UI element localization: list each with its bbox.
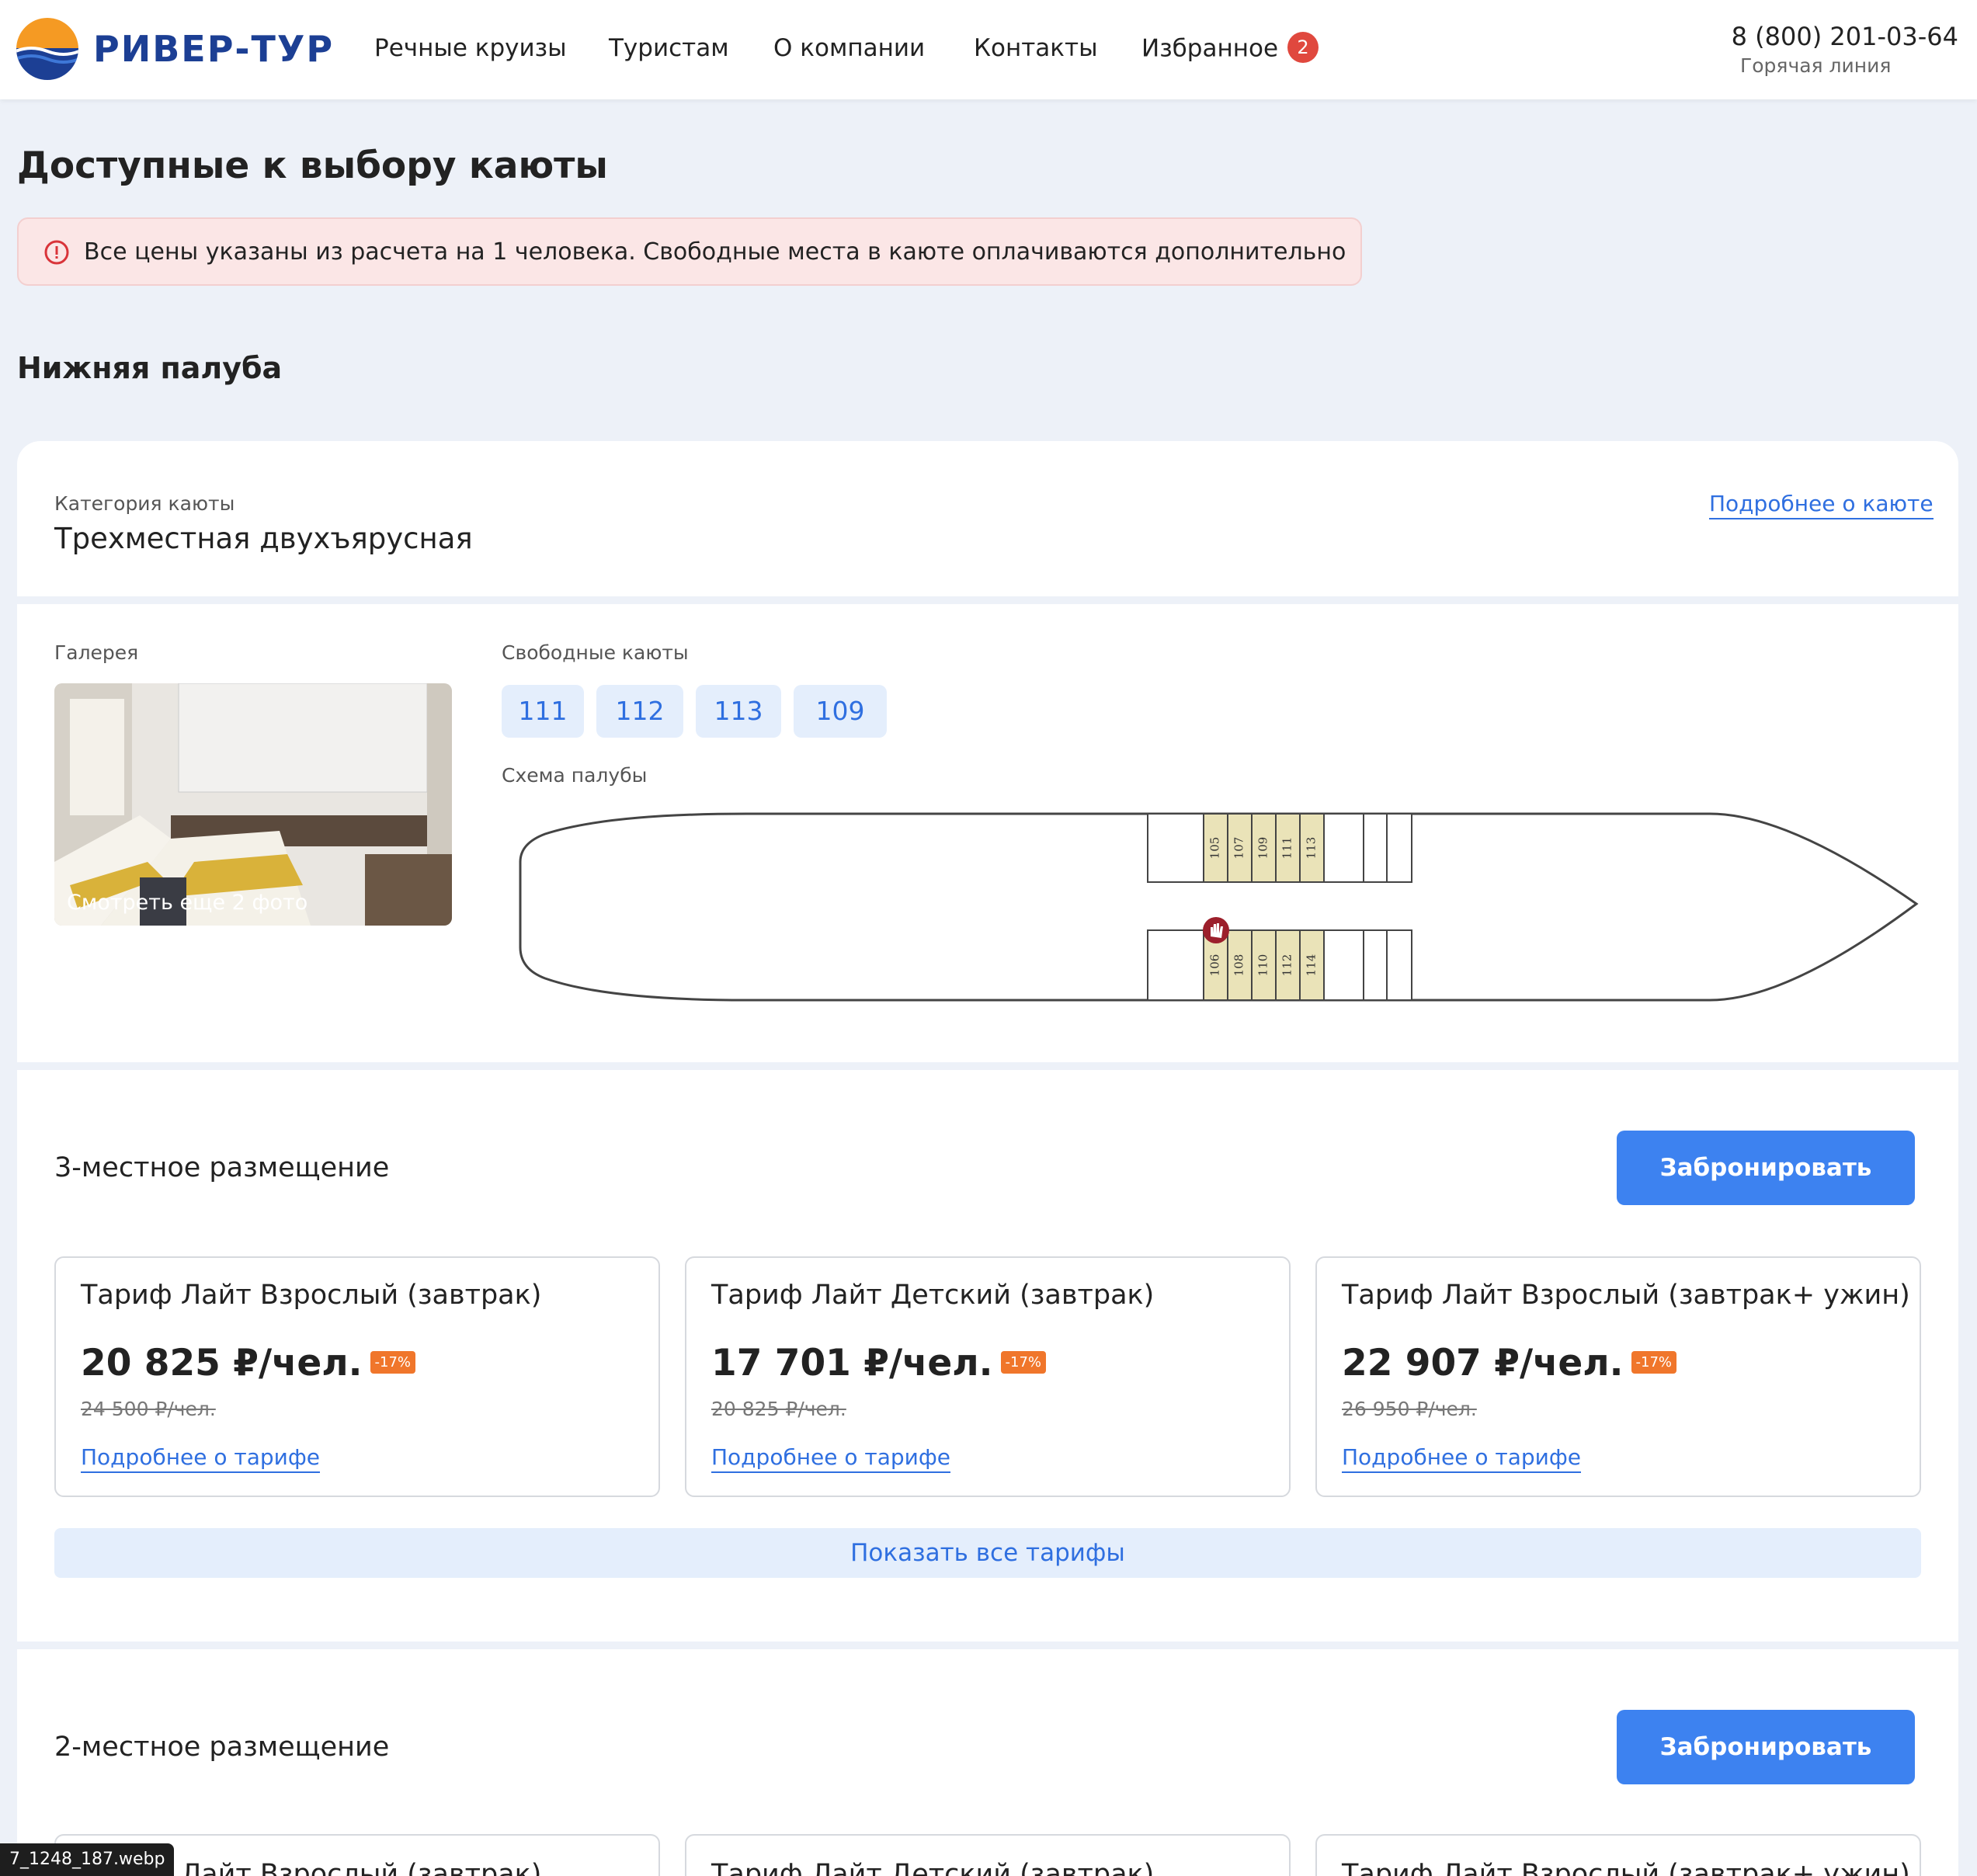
cabin-category-name: Трехместная двухъярусная	[54, 522, 473, 555]
nav-contacts[interactable]: Контакты	[974, 34, 1098, 62]
deck-room	[1363, 929, 1388, 1001]
deck-scheme-label: Схема палубы	[502, 764, 648, 787]
tariff-card[interactable]: Тариф Лайт Детский (завтрак)	[685, 1834, 1291, 1876]
file-name-tag: 7_1248_187.webp	[0, 1843, 175, 1876]
tariff-card[interactable]: Тариф Лайт Детский (завтрак) 17 701 ₽/че…	[685, 1256, 1291, 1497]
deck-cabin-number: 114	[1305, 954, 1319, 977]
tariff-card[interactable]: Тариф Лайт Взрослый (завтрак) 20 825 ₽/ч…	[54, 1256, 660, 1497]
category-label: Категория каюты	[54, 492, 235, 515]
tariff-details-link[interactable]: Подробнее о тарифе	[711, 1444, 951, 1473]
cabin-gallery[interactable]: Смотреть еще 2 фото	[54, 683, 452, 926]
free-cabin-chip[interactable]: 113	[696, 685, 781, 738]
tariff-price-value: 20 825 ₽/чел.	[81, 1342, 363, 1384]
deck-cabin-number: 111	[1280, 837, 1294, 860]
free-cabin-chip[interactable]: 109	[794, 685, 887, 738]
hand-marker-icon	[1203, 917, 1229, 943]
deck-cabin-number: 105	[1208, 837, 1222, 860]
alert-icon	[44, 240, 69, 265]
accommodation-title: 3-местное размещение	[54, 1152, 390, 1183]
cabin-photo	[54, 683, 452, 926]
nav-favorites-label: Избранное	[1141, 34, 1279, 63]
book-button[interactable]: Забронировать	[1617, 1710, 1915, 1784]
tariff-old-price: 24 500 ₽/чел.	[81, 1398, 216, 1420]
deck-cabin-number: 108	[1232, 954, 1246, 977]
hotline-phone[interactable]: 8 (800) 201-03-64	[1732, 22, 1958, 51]
tariff-card[interactable]: Тариф Лайт Взрослый (завтрак+ ужин) 22 9…	[1315, 1256, 1921, 1497]
discount-badge: -17%	[1631, 1351, 1677, 1374]
discount-badge: -17%	[1000, 1351, 1047, 1374]
tariff-name: Тариф Лайт Взрослый (завтрак)	[81, 1280, 542, 1311]
nav-tourists[interactable]: Туристам	[609, 34, 729, 62]
tariff-name: Тариф Лайт Детский (завтрак)	[711, 1859, 1155, 1876]
tariff-details-link[interactable]: Подробнее о тарифе	[1342, 1444, 1582, 1473]
tariff-name: Тариф Лайт Детский (завтрак)	[711, 1280, 1155, 1311]
nav-about[interactable]: О компании	[773, 34, 925, 62]
show-all-tariffs-button[interactable]: Показать все тарифы	[54, 1528, 1921, 1578]
tariff-price-value: 22 907 ₽/чел.	[1342, 1342, 1624, 1384]
cabin-details-link[interactable]: Подробнее о каюте	[1709, 491, 1934, 519]
tariff-price: 22 907 ₽/чел. -17%	[1342, 1342, 1677, 1384]
free-cabin-chip[interactable]: 112	[596, 685, 683, 738]
deck-room	[1363, 813, 1388, 883]
price-alert: Все цены указаны из расчета на 1 человек…	[17, 217, 1362, 286]
site-header: РИВЕР-ТУР Речные круизы Туристам О компа…	[0, 0, 1977, 99]
tariff-old-price: 26 950 ₽/чел.	[1342, 1398, 1477, 1420]
book-button[interactable]: Забронировать	[1617, 1131, 1915, 1205]
accommodation-title: 2-местное размещение	[54, 1732, 390, 1763]
hotline-label: Горячая линия	[1740, 54, 1892, 77]
free-cabin-chip[interactable]: 111	[502, 685, 584, 738]
tariff-price-value: 17 701 ₽/чел.	[711, 1342, 993, 1384]
alert-text: Все цены указаны из расчета на 1 человек…	[84, 238, 1346, 266]
tariff-card[interactable]: Тариф Лайт Взрослый (завтрак+ ужин)	[1315, 1834, 1921, 1876]
deck-cabin-number: 106	[1208, 954, 1222, 977]
deck-cabin-number: 112	[1280, 954, 1294, 977]
logo-text[interactable]: РИВЕР-ТУР	[93, 28, 334, 70]
deck-room	[1386, 929, 1412, 1001]
free-cabins-label: Свободные каюты	[502, 641, 689, 664]
deck-room	[1386, 813, 1412, 883]
discount-badge: -17%	[370, 1351, 416, 1374]
gallery-more-photos[interactable]: Смотреть еще 2 фото	[67, 891, 307, 915]
tariff-name: Тариф Лайт Взрослый (завтрак+ ужин)	[1342, 1280, 1910, 1311]
tariff-price: 17 701 ₽/чел. -17%	[711, 1342, 1047, 1384]
favorites-count-badge: 2	[1287, 32, 1319, 63]
tariff-old-price: 20 825 ₽/чел.	[711, 1398, 846, 1420]
deck-title: Нижняя палуба	[17, 351, 283, 385]
divider	[17, 1062, 1958, 1070]
deck-cabin-number: 107	[1232, 837, 1246, 860]
nav-favorites[interactable]: Избранное 2	[1141, 32, 1319, 65]
deck-cabin-number: 110	[1256, 954, 1270, 977]
divider	[17, 596, 1958, 604]
tariff-price: 20 825 ₽/чел. -17%	[81, 1342, 416, 1384]
gallery-label: Галерея	[54, 641, 139, 664]
deck-cabin-number: 113	[1305, 837, 1319, 860]
page-title: Доступные к выбору каюты	[17, 144, 608, 187]
tariff-name: Тариф Лайт Взрослый (завтрак+ ужин)	[1342, 1859, 1910, 1876]
nav-river-cruises[interactable]: Речные круизы	[374, 34, 567, 62]
deck-scheme[interactable]: 105 107 109 111 113 106 108 110 112 114	[514, 800, 1920, 1009]
tariff-details-link[interactable]: Подробнее о тарифе	[81, 1444, 321, 1473]
logo-icon[interactable]	[16, 17, 79, 81]
divider	[17, 1642, 1958, 1649]
deck-cabin-number: 109	[1256, 837, 1270, 860]
